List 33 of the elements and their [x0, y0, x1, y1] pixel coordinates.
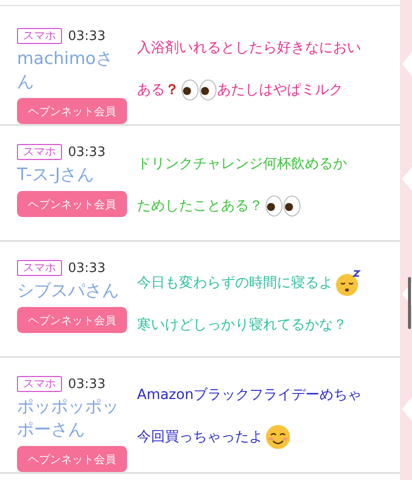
caption-text: 今回買っちゃったよ	[137, 428, 263, 446]
caption-text: ある	[137, 80, 165, 100]
question-mark: ？	[165, 80, 179, 100]
sleepy-face-icon	[335, 270, 363, 296]
device-tag: スマホ	[17, 260, 62, 276]
device-tag: スマホ	[17, 28, 62, 44]
post-time: 03:33	[68, 144, 106, 160]
post-time: 03:33	[68, 260, 106, 276]
caption-text: 今日も変わらずの時間に寝るよ	[137, 274, 333, 292]
member-button[interactable]: ヘブンネット会員	[17, 191, 127, 217]
caption-text: ためしたことある？	[137, 196, 263, 216]
member-button[interactable]: ヘブンネット会員	[17, 98, 127, 124]
caption-text: 寒いけどしっかり寝れてるかな？	[137, 316, 347, 334]
member-button[interactable]: ヘブンネット会員	[17, 446, 127, 472]
caption-text: あたしはやぱミルク	[217, 80, 343, 100]
post-time: 03:33	[68, 28, 106, 44]
arrow-icon	[402, 52, 412, 76]
user-name[interactable]: machimoさん	[17, 47, 129, 93]
smiling-face-icon	[265, 424, 291, 450]
user-name[interactable]: T-ス-Jさん	[17, 163, 129, 186]
caption-text: 入浴剤いれるとしたら好きなにおい	[137, 38, 361, 58]
member-button[interactable]: ヘブンネット会員	[17, 307, 127, 333]
caption-text: ドリンクチャレンジ何杯飲めるか	[137, 154, 347, 174]
user-name[interactable]: ポッポッポッポーさん	[17, 395, 129, 441]
eyes-icon	[265, 195, 301, 218]
caption-text: Amazonブラックフライデーめちゃ	[137, 386, 362, 404]
device-tag: スマホ	[17, 376, 62, 392]
arrow-icon	[402, 397, 412, 421]
user-name[interactable]: シブスパさん	[17, 279, 129, 302]
eyes-icon	[181, 79, 217, 102]
post-time: 03:33	[68, 376, 106, 392]
arrow-icon	[402, 167, 412, 191]
device-tag: スマホ	[17, 144, 62, 160]
